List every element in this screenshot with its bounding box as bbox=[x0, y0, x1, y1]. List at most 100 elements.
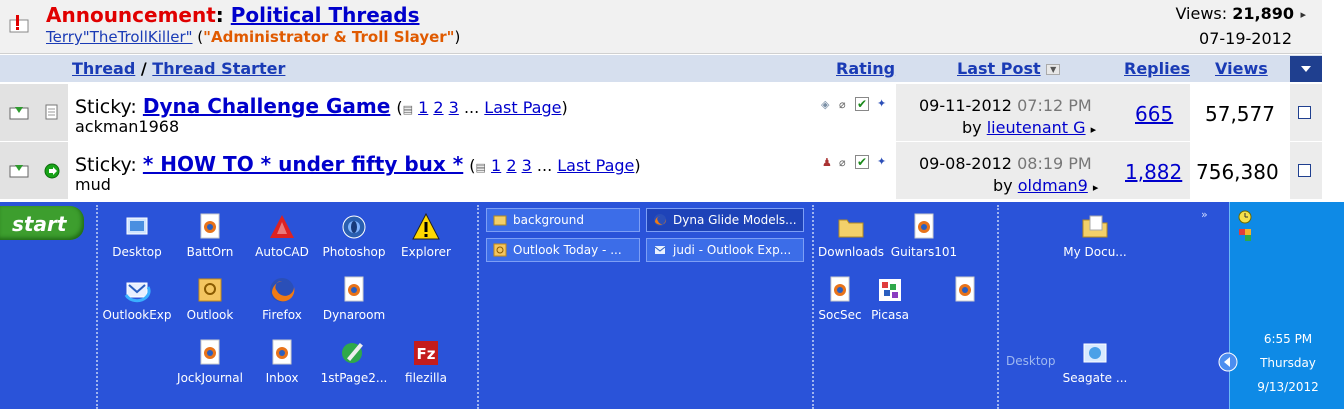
replies-link[interactable]: 1,882 bbox=[1125, 160, 1182, 184]
last-post-time: 08:19 PM bbox=[1017, 154, 1092, 173]
desktop-shortcut[interactable]: Guitars101 bbox=[889, 212, 959, 259]
tag-icon: ◈ bbox=[821, 98, 830, 111]
desktop-shortcut[interactable]: JockJournal bbox=[175, 338, 245, 385]
desktop-shortcut[interactable] bbox=[930, 275, 1000, 308]
thread-status-cell bbox=[0, 84, 68, 141]
thread-starter[interactable]: mud bbox=[75, 175, 111, 194]
announcement-icon bbox=[9, 15, 29, 33]
desktop-shortcut[interactable]: Seagate ... bbox=[1055, 338, 1135, 385]
shortcut-label: Guitars101 bbox=[890, 245, 958, 259]
desktop-shortcut[interactable]: Explorer bbox=[391, 212, 461, 259]
clock-time[interactable]: 6:55 PM bbox=[1238, 332, 1338, 346]
desktop-shortcut[interactable]: My Docu... bbox=[1055, 212, 1135, 259]
taskbar-button[interactable]: Outlook Today - ... bbox=[486, 238, 640, 262]
last-post-date: 09-08-2012 bbox=[919, 154, 1012, 173]
announcement-row: Announcement: Political Threads Terry"Th… bbox=[0, 0, 1322, 54]
firefox-doc-icon bbox=[830, 276, 850, 302]
desktop-shortcut[interactable]: OutlookExp bbox=[102, 275, 172, 322]
desktop-shortcut[interactable]: Dynaroom bbox=[319, 275, 389, 322]
pin-icon: ✦ bbox=[877, 97, 887, 110]
last-poster-link[interactable]: oldman9 bbox=[1018, 176, 1088, 195]
go-to-last-post-icon[interactable]: ▸ bbox=[1091, 123, 1097, 136]
thread-starter[interactable]: ackman1968 bbox=[75, 117, 179, 136]
go-to-last-post-icon[interactable]: ▸ bbox=[1093, 181, 1099, 194]
shortcut-label: Photoshop bbox=[322, 245, 386, 259]
clock-tray-icon[interactable] bbox=[1238, 210, 1252, 224]
arrow-right-circle-icon bbox=[44, 163, 60, 179]
last-page-link[interactable]: Last Page bbox=[557, 156, 634, 175]
desktop-shortcut[interactable]: BattOrn bbox=[175, 212, 245, 259]
page-link-3[interactable]: 3 bbox=[522, 156, 532, 175]
sort-by-last-post[interactable]: Last Post bbox=[957, 59, 1041, 78]
page-link-2[interactable]: 2 bbox=[506, 156, 516, 175]
shortcut-label: OutlookExp bbox=[102, 308, 172, 322]
last-page-link[interactable]: Last Page bbox=[484, 98, 561, 117]
network-tray-icon[interactable] bbox=[1238, 228, 1252, 242]
announcement-author-link[interactable]: Terry"TheTrollKiller" bbox=[46, 28, 193, 46]
announcement-title-line: Announcement: Political Threads bbox=[46, 3, 420, 27]
toolbar-chevron[interactable]: » bbox=[1201, 208, 1208, 221]
desktop-shortcut[interactable]: Outlook bbox=[175, 275, 245, 322]
desktop-shortcut[interactable]: Photoshop bbox=[319, 212, 389, 259]
shortcut-label: Inbox bbox=[265, 371, 299, 385]
start-button[interactable]: start bbox=[0, 206, 84, 240]
new-posts-icon[interactable] bbox=[9, 162, 29, 178]
sort-by-thread[interactable]: Thread bbox=[72, 59, 135, 78]
replies-link[interactable]: 665 bbox=[1135, 102, 1173, 126]
folder-icon bbox=[838, 219, 864, 238]
desktop-shortcut[interactable]: AutoCAD bbox=[247, 212, 317, 259]
checkmark-icon: ✔ bbox=[855, 97, 869, 111]
photoshop-icon bbox=[342, 215, 366, 239]
select-checkbox[interactable] bbox=[1298, 164, 1311, 177]
page-link-2[interactable]: 2 bbox=[433, 98, 443, 117]
attachment-icon: ⌀ bbox=[839, 98, 846, 111]
role-open: ( bbox=[192, 28, 204, 46]
taskbar-button[interactable]: judi - Outlook Exp... bbox=[646, 238, 804, 262]
clock-date: 9/13/2012 bbox=[1257, 380, 1319, 394]
taskbar-button[interactable]: Dyna Glide Models... bbox=[646, 208, 804, 232]
page-ellipsis: ... bbox=[463, 98, 480, 117]
shortcut-label: Outlook bbox=[186, 308, 234, 322]
my-documents-icon bbox=[1082, 215, 1108, 238]
sticky-prefix: Sticky: bbox=[75, 154, 137, 176]
desktop-shortcut[interactable]: Inbox bbox=[247, 338, 317, 385]
svg-text:Fz: Fz bbox=[417, 345, 436, 363]
shortcut-label: JockJournal bbox=[177, 371, 243, 385]
new-posts-icon[interactable] bbox=[9, 104, 29, 120]
multipage-icon: ▤ bbox=[402, 103, 413, 116]
sort-by-views[interactable]: Views bbox=[1215, 59, 1268, 78]
page-link-1[interactable]: 1 bbox=[418, 98, 428, 117]
sort-desc-icon[interactable]: ▼ bbox=[1046, 64, 1061, 75]
announcement-role: "Administrator & Troll Slayer" bbox=[203, 28, 455, 46]
chevron-right-icon[interactable]: ▸ bbox=[1300, 8, 1306, 21]
thread-title-link[interactable]: Dyna Challenge Game bbox=[143, 94, 390, 118]
taskbar-button-label: judi - Outlook Exp... bbox=[673, 243, 792, 257]
start-label: start bbox=[12, 212, 67, 236]
thread-title-link[interactable]: * HOW TO * under fifty bux * bbox=[143, 152, 463, 176]
last-post-time: 07:12 PM bbox=[1017, 96, 1092, 115]
header-thread-col: Thread / Thread Starter bbox=[72, 55, 285, 82]
desktop-shortcut[interactable]: Firefox bbox=[247, 275, 317, 322]
sort-by-replies[interactable]: Replies bbox=[1124, 59, 1190, 78]
announcement-label: Announcement bbox=[46, 3, 216, 27]
desktop-shortcut[interactable]: Fz filezilla bbox=[391, 338, 461, 385]
desktop-shortcut[interactable]: Downloads bbox=[816, 212, 886, 259]
announcement-title-link[interactable]: Political Threads bbox=[231, 3, 420, 27]
taskbar-button[interactable]: background bbox=[486, 208, 640, 232]
sort-by-rating[interactable]: Rating bbox=[836, 59, 895, 78]
header-replies-col: Replies bbox=[1124, 55, 1190, 82]
inline-moderation-menu[interactable] bbox=[1290, 56, 1322, 82]
desktop-shortcut[interactable]: Picasa bbox=[855, 275, 925, 322]
desktop-shortcut[interactable]: 1stPage2... bbox=[319, 338, 389, 385]
picasa-icon bbox=[879, 279, 901, 301]
last-poster-link[interactable]: lieutenant G bbox=[987, 118, 1086, 137]
shortcut-label: Dynaroom bbox=[322, 308, 386, 322]
sort-by-thread-starter[interactable]: Thread Starter bbox=[152, 59, 285, 78]
page-link-1[interactable]: 1 bbox=[491, 156, 501, 175]
header-views-col: Views bbox=[1215, 55, 1268, 82]
header-slash: / bbox=[140, 59, 147, 78]
collapse-tray-icon[interactable] bbox=[1218, 352, 1238, 372]
page-link-3[interactable]: 3 bbox=[449, 98, 459, 117]
select-checkbox[interactable] bbox=[1298, 106, 1311, 119]
desktop-shortcut[interactable]: Desktop bbox=[102, 212, 172, 259]
